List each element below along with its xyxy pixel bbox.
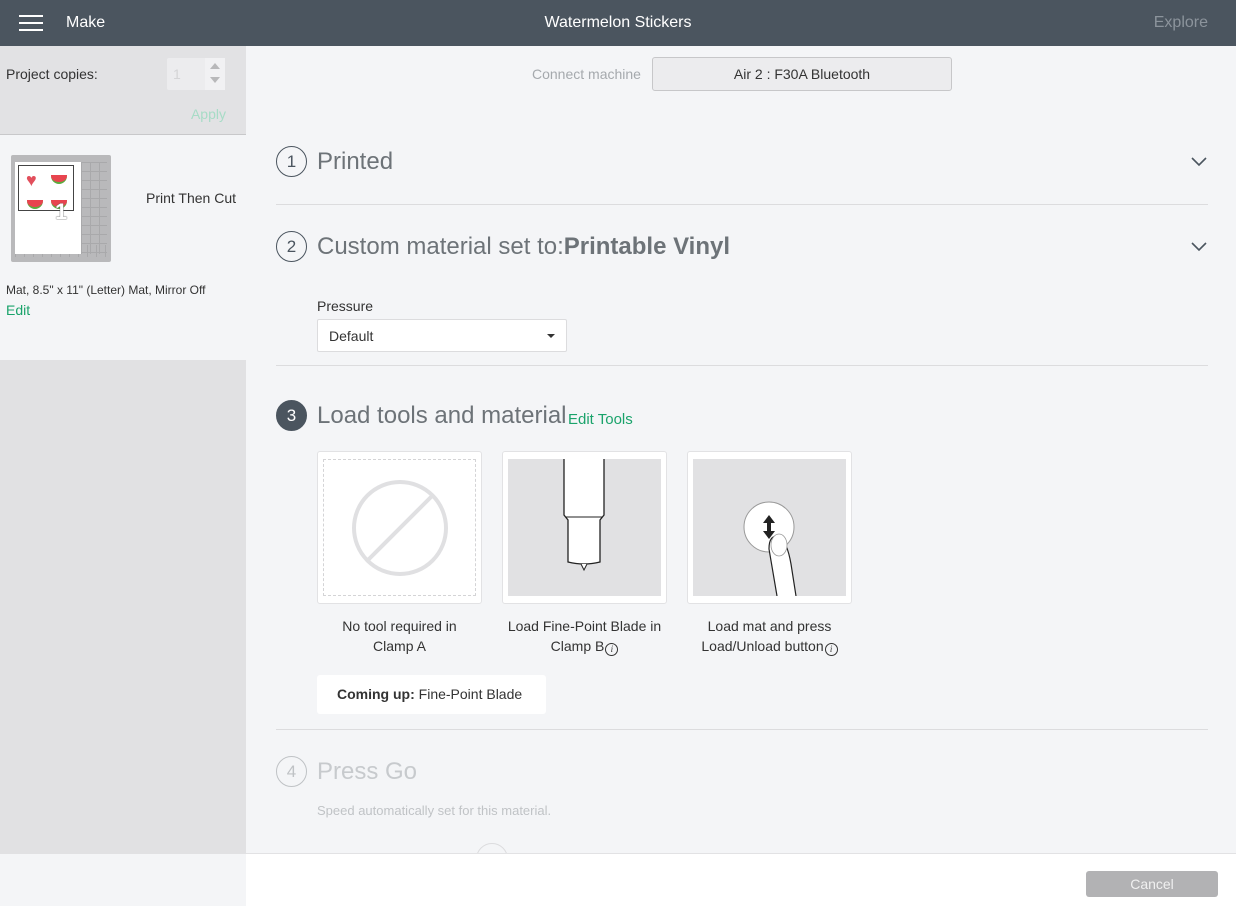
tool-card-box <box>687 451 852 604</box>
coming-up-box: Coming up: Fine-Point Blade <box>317 675 546 714</box>
step-title: Press Go <box>317 758 418 785</box>
caption-line: Load Fine-Point Blade in <box>507 618 662 634</box>
info-icon[interactable]: i <box>824 643 838 656</box>
main-panel: Connect machine Air 2 : F30A Bluetooth 1… <box>246 46 1236 853</box>
increment-arrow-icon[interactable] <box>210 63 220 69</box>
step-title: Load tools and material <box>317 402 567 429</box>
load-unload-button-icon <box>743 501 797 597</box>
divider <box>276 729 1208 730</box>
tool-caption: No tool required in Clamp A <box>317 616 482 656</box>
step-title: Custom material set to:Printable Vinyl <box>317 231 730 262</box>
project-title: Watermelon Stickers <box>544 14 692 31</box>
sidebar-empty-area <box>0 360 246 854</box>
tool-card-clamp-b: Load Fine-Point Blade in Clamp Bi <box>502 451 667 656</box>
tool-card-box <box>502 451 667 604</box>
mat-number: 1 <box>55 199 68 224</box>
decrement-arrow-icon[interactable] <box>210 77 220 83</box>
step-title-prefix: Custom material set to: <box>317 233 564 260</box>
go-button[interactable] <box>476 843 508 853</box>
edit-tools-link[interactable]: Edit Tools <box>568 411 633 428</box>
edit-mat-link[interactable]: Edit <box>6 302 30 318</box>
mat-thumbnail[interactable]: ♥ 1 <box>11 155 111 262</box>
speed-note: Speed automatically set for this materia… <box>317 803 552 818</box>
tool-card-load-mat: Load mat and press Load/Unload button i <box>687 451 852 656</box>
step-number: 2 <box>276 231 307 262</box>
material-name: Printable Vinyl <box>563 233 731 260</box>
explore-link[interactable]: Explore <box>1154 14 1208 32</box>
project-copies-label: Project copies: <box>6 66 98 82</box>
coming-up-label: Coming up: <box>337 686 415 702</box>
pressure-select[interactable]: Default <box>317 319 567 352</box>
stepper-arrows <box>205 58 225 90</box>
project-copies-value[interactable]: 1 <box>173 66 181 82</box>
caption-line: Clamp A <box>373 638 426 654</box>
tool-caption: Load mat and press Load/Unload button i <box>687 616 852 656</box>
tool-card-image <box>508 459 661 596</box>
dropdown-caret-icon <box>547 334 555 338</box>
mat-card[interactable]: ♥ 1 Print Then Cut Mat, 8.5" x 11" (Lett… <box>0 136 246 360</box>
cancel-button[interactable]: Cancel <box>1086 871 1218 897</box>
mat-mode-label: Print Then Cut <box>146 190 237 206</box>
step-number: 1 <box>276 146 307 177</box>
no-tool-icon <box>352 480 448 576</box>
project-copies-panel: Project copies: 1 Apply <box>0 46 246 135</box>
divider <box>276 365 1208 366</box>
coming-up-value: Fine-Point Blade <box>418 686 523 702</box>
divider <box>276 204 1208 205</box>
connect-machine-label: Connect machine <box>532 66 641 82</box>
caption-line: Load mat and press <box>707 618 832 634</box>
tool-card-clamp-a: No tool required in Clamp A <box>317 451 482 656</box>
tool-card-image <box>693 459 846 597</box>
caption-line: Load/Unload button <box>701 638 824 654</box>
step-number: 3 <box>276 400 307 431</box>
project-copies-stepper[interactable]: 1 <box>167 58 225 90</box>
heart-sticker-icon: ♥ <box>26 170 37 190</box>
tool-caption: Load Fine-Point Blade in Clamp Bi <box>502 616 667 656</box>
pressure-value: Default <box>329 328 374 344</box>
connect-machine-button[interactable]: Air 2 : F30A Bluetooth <box>652 57 952 91</box>
top-bar: Make Watermelon Stickers Explore <box>0 0 1236 46</box>
chevron-down-icon[interactable] <box>1190 154 1208 168</box>
sidebar-footer <box>0 854 246 906</box>
step-number: 4 <box>276 756 307 787</box>
sidebar: Project copies: 1 Apply ♥ 1 Print Then C… <box>0 46 246 906</box>
mat-info: Mat, 8.5" x 11" (Letter) Mat, Mirror Off <box>6 283 206 297</box>
step-title: Printed <box>317 148 394 175</box>
tool-card-box <box>317 451 482 604</box>
footer: Cancel <box>246 853 1236 906</box>
caption-line: Clamp B <box>550 638 605 654</box>
info-icon[interactable]: i <box>605 643 619 656</box>
apply-button[interactable]: Apply <box>191 106 226 122</box>
chevron-down-icon[interactable] <box>1190 239 1208 253</box>
mat-grid <box>81 162 107 254</box>
pressure-label: Pressure <box>317 298 374 314</box>
caption-line: No tool required in <box>342 618 457 634</box>
fine-point-blade-icon <box>563 459 605 572</box>
tool-card-image <box>323 459 476 596</box>
